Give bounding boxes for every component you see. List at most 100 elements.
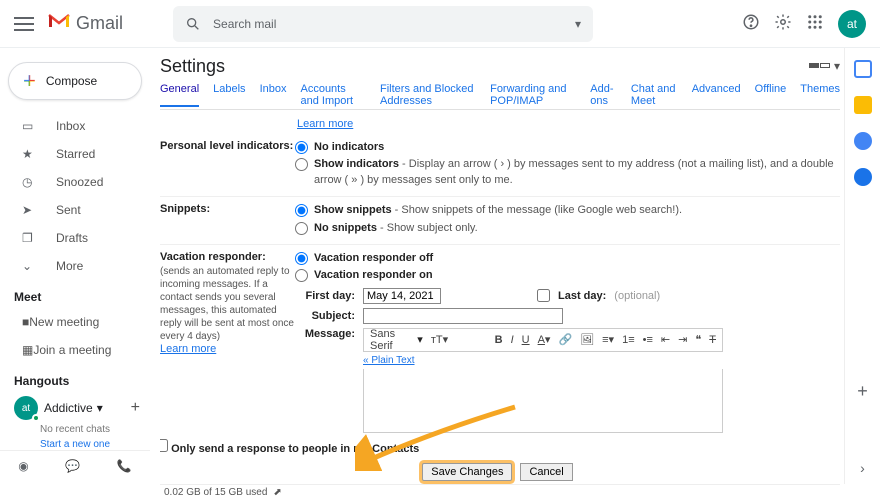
chevron-down-icon[interactable]: ▾ xyxy=(97,401,103,415)
support-icon[interactable] xyxy=(742,13,760,34)
bullet-list-icon[interactable]: •≡ xyxy=(643,334,653,346)
hangouts-chat-icon[interactable]: 💬 xyxy=(65,459,80,473)
italic-icon[interactable]: I xyxy=(511,334,514,346)
hangouts-name: Addictive xyxy=(44,401,93,415)
compose-button[interactable]: + Compose xyxy=(8,62,142,100)
nav-more[interactable]: ⌄More xyxy=(0,252,150,280)
vacation-label: Vacation responder: xyxy=(160,251,266,263)
last-day-checkbox[interactable] xyxy=(537,289,550,302)
tab-addons[interactable]: Add-ons xyxy=(590,83,617,107)
radio-input[interactable] xyxy=(295,269,308,282)
radio-vacation-off[interactable]: Vacation responder off xyxy=(295,251,840,266)
radio-input[interactable] xyxy=(295,141,308,154)
remove-format-icon[interactable]: T xyxy=(709,334,716,346)
tab-themes[interactable]: Themes xyxy=(800,83,840,107)
hangouts-add-icon[interactable]: + xyxy=(131,399,140,417)
save-changes-button[interactable]: Save Changes xyxy=(422,463,512,481)
density-toggle[interactable] xyxy=(809,63,830,68)
nav-sent[interactable]: ➤Sent xyxy=(0,196,150,224)
radio-text: Vacation responder off xyxy=(314,251,433,266)
settings-gear-icon[interactable] xyxy=(774,13,792,34)
tasks-icon[interactable] xyxy=(854,132,872,150)
radio-no-indicators[interactable]: No indicators xyxy=(295,140,840,155)
nav-starred[interactable]: ★Starred xyxy=(0,140,150,168)
link-icon[interactable]: 🔗 xyxy=(558,333,572,346)
text-color-icon[interactable]: A▾ xyxy=(538,333,551,346)
drafts-icon: ❐ xyxy=(22,231,40,245)
font-size-icon[interactable]: тT▾ xyxy=(431,333,448,346)
meet-join[interactable]: ▦Join a meeting xyxy=(0,336,150,364)
cancel-button[interactable]: Cancel xyxy=(520,463,572,481)
learn-more-link[interactable]: Learn more xyxy=(297,118,353,130)
search-options-icon[interactable]: ▾ xyxy=(575,17,581,31)
chevron-down-icon[interactable]: ▾ xyxy=(834,59,840,73)
nav-label: Inbox xyxy=(56,119,85,133)
side-panel: + › xyxy=(844,48,880,484)
radio-input[interactable] xyxy=(295,158,308,171)
nav-snoozed[interactable]: ◷Snoozed xyxy=(0,168,150,196)
add-addon-icon[interactable]: + xyxy=(857,381,868,402)
first-day-input[interactable] xyxy=(363,288,441,304)
account-avatar[interactable]: at xyxy=(838,10,866,38)
only-contacts-checkbox[interactable] xyxy=(160,439,168,452)
collapse-panel-icon[interactable]: › xyxy=(860,460,865,476)
font-picker[interactable]: Sans Serif xyxy=(370,328,409,352)
calendar-icon[interactable] xyxy=(854,60,872,78)
chevron-down-icon[interactable]: ▾ xyxy=(417,333,423,346)
main-content: Settings ▾ General Labels Inbox Accounts… xyxy=(160,48,840,484)
gmail-logo[interactable]: Gmail xyxy=(48,13,123,34)
main-menu-icon[interactable] xyxy=(14,17,34,31)
first-day-label: First day: xyxy=(295,290,355,302)
open-new-icon[interactable]: ⬈ xyxy=(273,487,281,498)
contacts-icon[interactable] xyxy=(854,168,872,186)
radio-input[interactable] xyxy=(295,222,308,235)
start-new-chat[interactable]: Start a new one xyxy=(0,439,150,450)
radio-vacation-on[interactable]: Vacation responder on xyxy=(295,268,840,283)
indent-less-icon[interactable]: ⇤ xyxy=(661,333,670,346)
numbered-list-icon[interactable]: 1≡ xyxy=(622,334,635,346)
avatar-initials: at xyxy=(847,17,857,31)
radio-show-snippets[interactable]: Show snippets - Show snippets of the mes… xyxy=(295,203,840,218)
radio-text: Vacation responder on xyxy=(314,268,433,283)
underline-icon[interactable]: U xyxy=(522,334,530,346)
radio-show-indicators[interactable]: Show indicators - Display an arrow ( › )… xyxy=(295,157,840,188)
radio-input[interactable] xyxy=(295,204,308,217)
setting-snippets: Snippets: Show snippets - Show snippets … xyxy=(160,196,840,244)
subject-label: Subject: xyxy=(295,310,355,322)
tab-filters[interactable]: Filters and Blocked Addresses xyxy=(380,83,476,107)
align-icon[interactable]: ≡▾ xyxy=(602,333,614,346)
tab-inbox[interactable]: Inbox xyxy=(260,83,287,107)
meet-heading: Meet xyxy=(0,280,150,308)
hangouts-user-row[interactable]: at Addictive ▾ + xyxy=(0,392,150,420)
tab-chat-meet[interactable]: Chat and Meet xyxy=(631,83,678,107)
inbox-icon: ▭ xyxy=(22,119,40,133)
tab-labels[interactable]: Labels xyxy=(213,83,245,107)
only-contacts-label: Only send a response to people in my Con… xyxy=(171,443,419,455)
tab-advanced[interactable]: Advanced xyxy=(692,83,741,107)
search-bar[interactable]: Search mail ▾ xyxy=(173,6,593,42)
hangouts-phone-icon[interactable]: 📞 xyxy=(117,459,132,473)
meet-new[interactable]: ■New meeting xyxy=(0,308,150,336)
quote-icon[interactable]: ❝ xyxy=(695,333,701,346)
subject-input[interactable] xyxy=(363,308,563,324)
bold-icon[interactable]: B xyxy=(456,334,502,346)
radio-no-snippets[interactable]: No snippets - Show subject only. xyxy=(295,221,840,236)
tab-offline[interactable]: Offline xyxy=(755,83,787,107)
keep-icon[interactable] xyxy=(854,96,872,114)
apps-grid-icon[interactable] xyxy=(806,13,824,34)
message-editor[interactable] xyxy=(363,369,723,433)
tab-forwarding[interactable]: Forwarding and POP/IMAP xyxy=(490,83,576,107)
learn-more-link[interactable]: Learn more xyxy=(160,343,216,355)
plain-text-link[interactable]: « Plain Text xyxy=(363,355,415,366)
image-icon[interactable]: 🖼 xyxy=(580,333,594,346)
nav-inbox[interactable]: ▭ Inbox xyxy=(0,112,150,140)
tab-general[interactable]: General xyxy=(160,83,199,107)
nav-drafts[interactable]: ❐Drafts xyxy=(0,224,150,252)
keyboard-icon: ▦ xyxy=(22,343,33,357)
only-contacts-row: Only send a response to people in my Con… xyxy=(160,439,840,455)
indent-more-icon[interactable]: ⇥ xyxy=(678,333,687,346)
tab-accounts[interactable]: Accounts and Import xyxy=(300,83,366,107)
nav-label: Snoozed xyxy=(56,175,103,189)
radio-input[interactable] xyxy=(295,252,308,265)
hangouts-contacts-icon[interactable]: ◉ xyxy=(18,459,28,473)
